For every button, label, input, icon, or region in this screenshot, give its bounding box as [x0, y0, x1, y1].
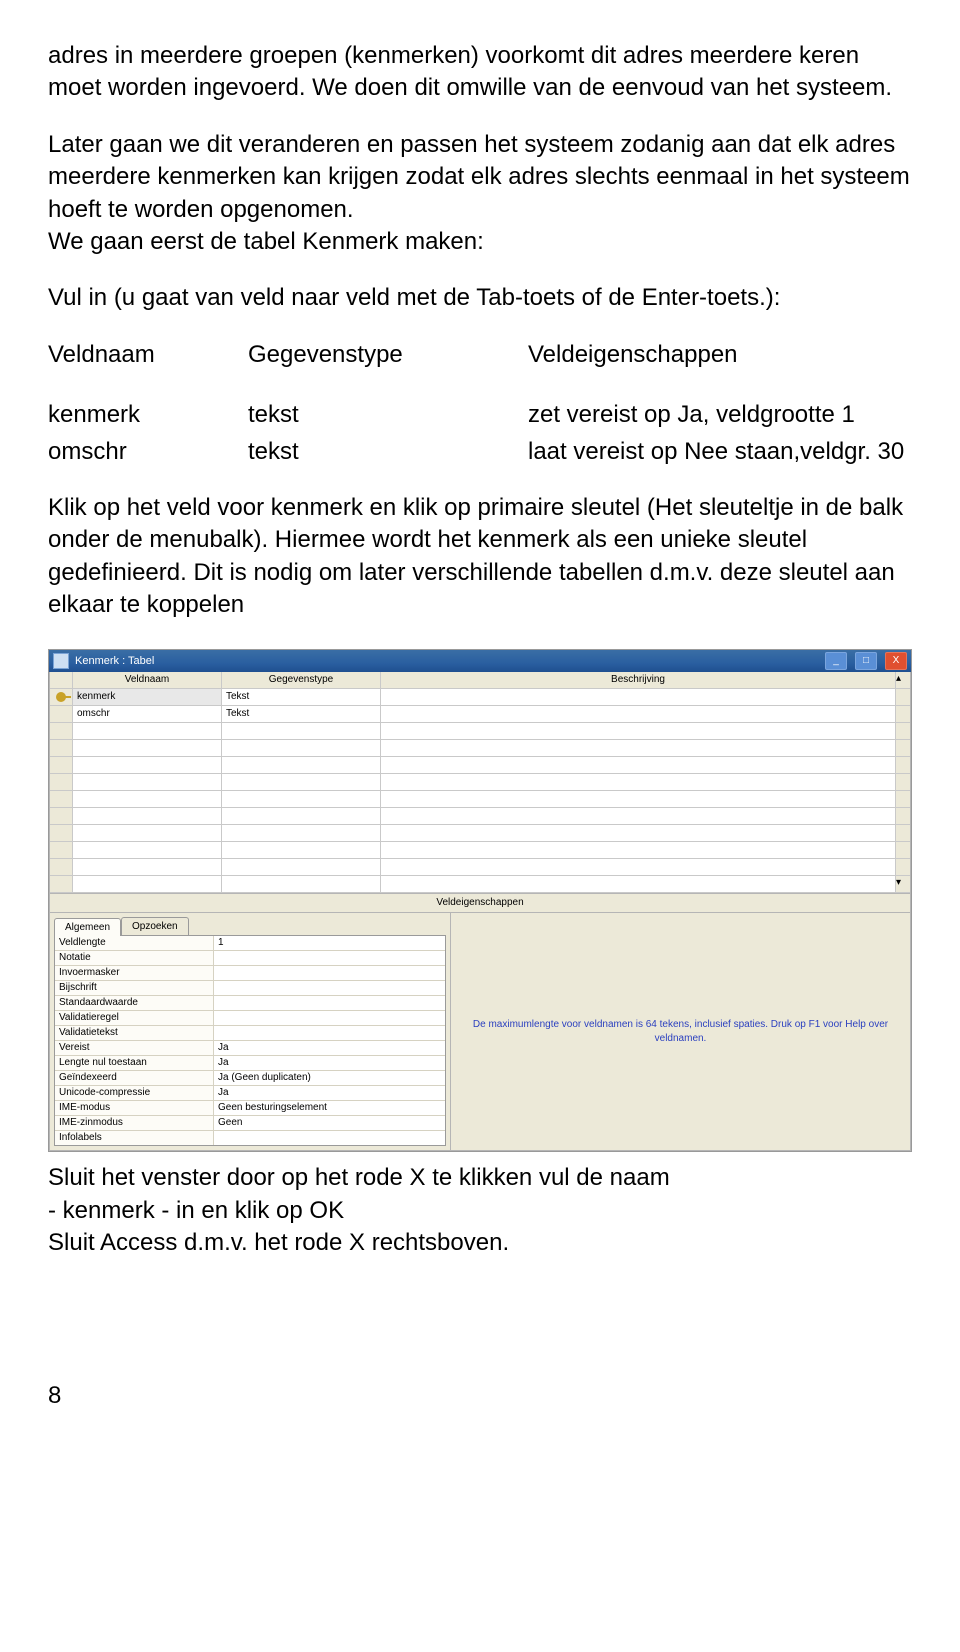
- grid-col-header: Beschrijving: [381, 672, 895, 688]
- property-grid: Veldlengte1 Notatie Invoermasker Bijschr…: [54, 935, 446, 1146]
- grid-header-row: Veldnaam Gegevenstype Beschrijving ▴: [50, 672, 910, 689]
- paragraph: Sluit Access d.m.v. het rode X rechtsbov…: [48, 1227, 912, 1259]
- window-maximize-button[interactable]: □: [855, 652, 877, 670]
- paragraph: - kenmerk - in en klik op OK: [48, 1195, 912, 1227]
- property-hint-text: De maximumlengte voor veldnamen is 64 te…: [450, 913, 910, 1151]
- window-app-icon: [53, 653, 69, 669]
- table-design-grid: Veldnaam Gegevenstype Beschrijving ▴ ken…: [49, 672, 911, 894]
- tab-general[interactable]: Algemeen: [54, 918, 121, 937]
- page-number: 8: [48, 1380, 912, 1412]
- scroll-up-icon[interactable]: ▴: [895, 672, 910, 688]
- window-titlebar: Kenmerk : Tabel _ □ X: [49, 650, 911, 672]
- data-type-cell[interactable]: Tekst: [222, 706, 381, 722]
- property-value[interactable]: 1: [213, 936, 445, 950]
- paragraph: Later gaan we dit veranderen en passen h…: [48, 129, 912, 226]
- grid-col-header: Veldnaam: [73, 672, 222, 688]
- col-header: Gegevenstype: [248, 339, 528, 371]
- property-value[interactable]: Ja (Geen duplicaten): [213, 1071, 445, 1085]
- description-cell[interactable]: [381, 689, 895, 705]
- property-value[interactable]: [213, 951, 445, 965]
- description-cell[interactable]: [381, 706, 895, 722]
- property-value[interactable]: [213, 1026, 445, 1040]
- scroll-down-icon[interactable]: ▾: [895, 876, 910, 892]
- grid-data-row[interactable]: kenmerk Tekst: [50, 689, 910, 706]
- window-title: Kenmerk : Tabel: [75, 654, 154, 669]
- field-properties-label: Veldeigenschappen: [49, 894, 911, 913]
- field-name-cell[interactable]: kenmerk: [73, 689, 222, 705]
- property-value[interactable]: [213, 1011, 445, 1025]
- col-header: Veldeigenschappen: [528, 339, 912, 371]
- grid-data-row[interactable]: omschr Tekst: [50, 706, 910, 723]
- field-properties-pane: Algemeen Opzoeken Veldlengte1 Notatie In…: [49, 913, 911, 1152]
- paragraph: We gaan eerst de tabel Kenmerk maken:: [48, 226, 912, 258]
- window-close-button[interactable]: X: [885, 652, 907, 670]
- col-header: Veldnaam: [48, 339, 248, 371]
- paragraph: Klik op het veld voor kenmerk en klik op…: [48, 492, 912, 622]
- grid-col-header: Gegevenstype: [222, 672, 381, 688]
- table-row: kenmerk tekst zet vereist op Ja, veldgro…: [48, 399, 912, 431]
- field-name-cell[interactable]: omschr: [73, 706, 222, 722]
- cell: omschr: [48, 436, 248, 468]
- property-value[interactable]: [213, 996, 445, 1010]
- paragraph: Vul in (u gaat van veld naar veld met de…: [48, 282, 912, 314]
- property-value[interactable]: [213, 966, 445, 980]
- cell: tekst: [248, 436, 528, 468]
- access-screenshot: Kenmerk : Tabel _ □ X Veldnaam Gegevenst…: [48, 649, 912, 1152]
- table-header-row: Veldnaam Gegevenstype Veldeigenschappen: [48, 339, 912, 371]
- property-value[interactable]: Ja: [213, 1056, 445, 1070]
- property-value[interactable]: Geen besturingselement: [213, 1101, 445, 1115]
- table-row: omschr tekst laat vereist op Nee staan,v…: [48, 436, 912, 468]
- window-minimize-button[interactable]: _: [825, 652, 847, 670]
- property-value[interactable]: Ja: [213, 1041, 445, 1055]
- cell: laat vereist op Nee staan,veldgr. 30: [528, 436, 912, 468]
- tab-lookup[interactable]: Opzoeken: [121, 917, 189, 936]
- paragraph: Sluit het venster door op het rode X te …: [48, 1162, 912, 1194]
- cell: tekst: [248, 399, 528, 431]
- property-value[interactable]: Geen: [213, 1116, 445, 1130]
- primary-key-icon: [56, 692, 66, 702]
- property-value[interactable]: [213, 1131, 445, 1145]
- property-value[interactable]: [213, 981, 445, 995]
- property-value[interactable]: Ja: [213, 1086, 445, 1100]
- data-type-cell[interactable]: Tekst: [222, 689, 381, 705]
- cell: kenmerk: [48, 399, 248, 431]
- cell: zet vereist op Ja, veldgrootte 1: [528, 399, 912, 431]
- paragraph: adres in meerdere groepen (kenmerken) vo…: [48, 40, 912, 105]
